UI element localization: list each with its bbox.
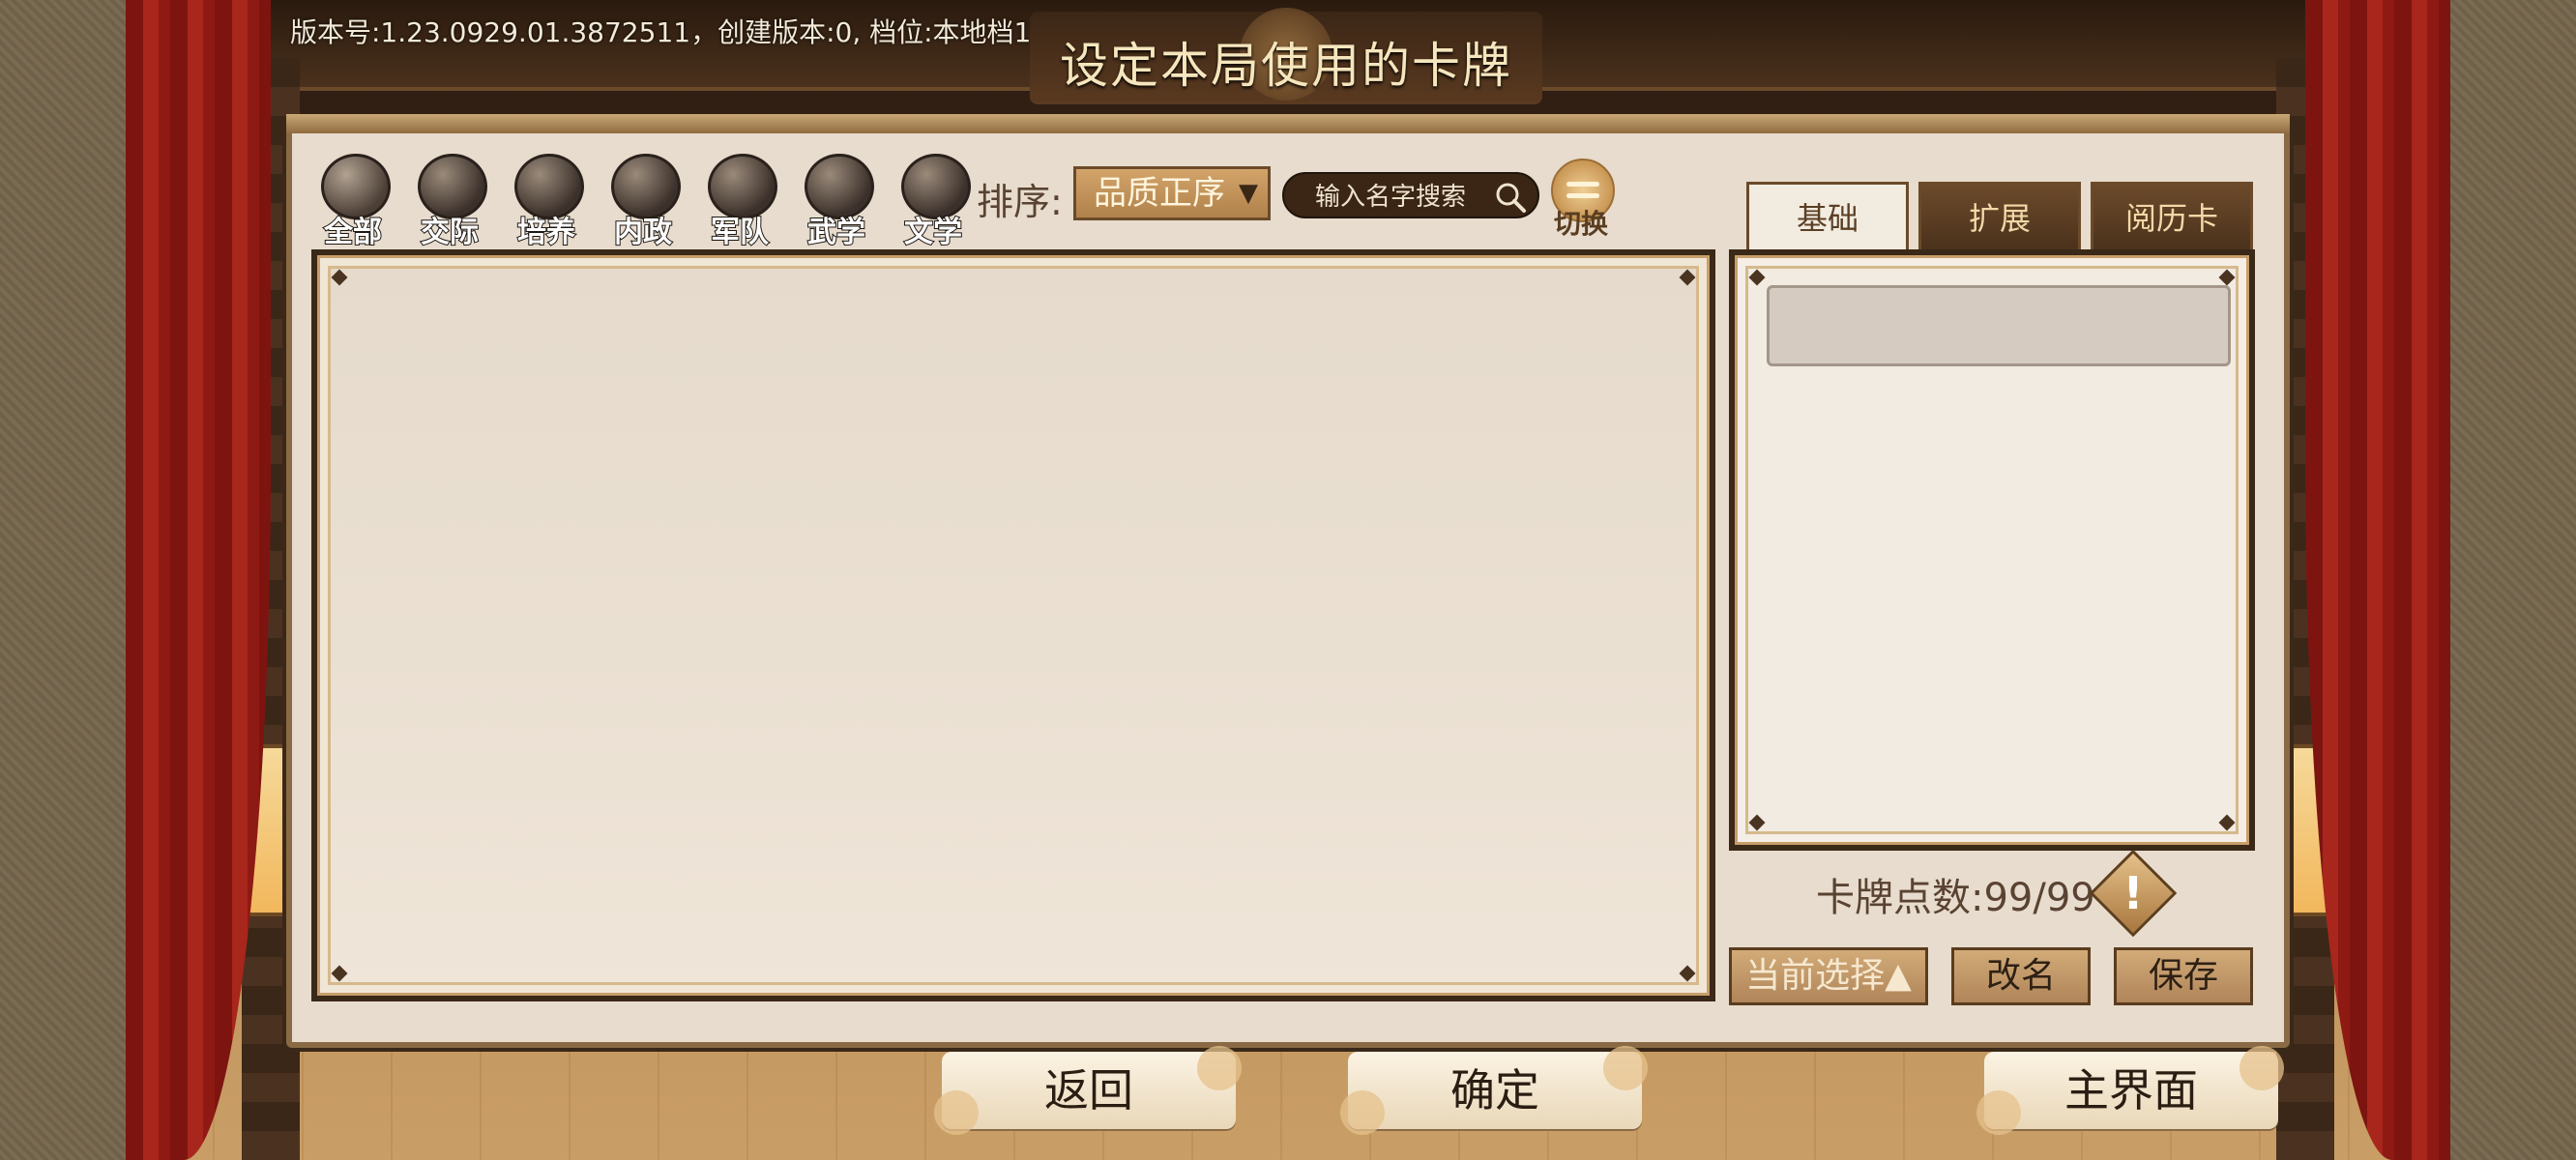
category-army[interactable]: 军队 — [694, 150, 785, 250]
wall-pattern-left — [0, 0, 126, 1160]
corner-ornament-icon — [331, 269, 348, 286]
main-menu-button[interactable]: 主界面 — [1976, 1046, 2284, 1135]
corner-ornament-icon — [2218, 269, 2236, 286]
rename-button[interactable]: 改名 — [1951, 947, 2091, 1005]
toggle-view-button[interactable]: 切换 — [1547, 159, 1615, 240]
corner-ornament-icon — [1679, 965, 1696, 982]
corner-ornament-icon — [1679, 269, 1696, 286]
category-cultivate[interactable]: 培养 — [501, 150, 592, 250]
tab-basic[interactable]: 基础 — [1746, 182, 1909, 251]
selected-deck-frame — [1729, 249, 2255, 851]
card-points: 卡牌点数:99/99 — [1816, 876, 2095, 920]
category-all[interactable]: 全部 — [307, 150, 398, 250]
tab-expansion[interactable]: 扩展 — [1918, 182, 2081, 251]
category-literature[interactable]: 文学 — [888, 150, 979, 250]
category-filter-bar: 全部 交际 培养 内政 军队 武学 文学 — [307, 150, 979, 250]
category-domestic[interactable]: 内政 — [598, 150, 688, 250]
sort-label: 排序: — [977, 181, 1063, 223]
corner-ornament-icon — [1748, 814, 1766, 831]
tab-experience-cards[interactable]: 阅历卡 — [2091, 182, 2253, 251]
chevron-down-icon: ▼ — [1239, 179, 1258, 208]
category-social[interactable]: 交际 — [404, 150, 495, 250]
wall-pattern-right — [2450, 0, 2576, 1160]
card-list-frame — [311, 249, 1715, 1001]
search-icon[interactable] — [1493, 180, 1528, 215]
toggle-label: 切换 — [1553, 208, 1608, 240]
page-title: 设定本局使用的卡牌 — [1060, 38, 1512, 94]
confirm-button[interactable]: 确定 — [1340, 1046, 1648, 1135]
version-info: 版本号:1.23.0929.01.3872511，创建版本:0, 档位:本地档1 — [290, 16, 1032, 48]
current-selection-button[interactable]: 当前选择▲ — [1729, 947, 1928, 1005]
search-box — [1282, 172, 1539, 218]
sort-dropdown[interactable]: 品质正序 ▼ — [1073, 166, 1271, 220]
deck-tabs: 基础 扩展 阅历卡 — [1746, 182, 2253, 251]
sort-value: 品质正序 — [1094, 174, 1225, 213]
card-list-area[interactable] — [317, 255, 1710, 996]
deck-card-slot[interactable] — [1767, 285, 2231, 366]
corner-ornament-icon — [331, 965, 348, 982]
back-button[interactable]: 返回 — [934, 1046, 1242, 1135]
search-input[interactable] — [1313, 180, 1501, 215]
panel-top-trim — [286, 114, 2290, 133]
corner-ornament-icon — [1748, 269, 1766, 286]
selected-deck-area[interactable] — [1735, 255, 2249, 845]
save-button[interactable]: 保存 — [2114, 947, 2253, 1005]
corner-ornament-icon — [2218, 814, 2236, 831]
category-martial[interactable]: 武学 — [791, 150, 882, 250]
